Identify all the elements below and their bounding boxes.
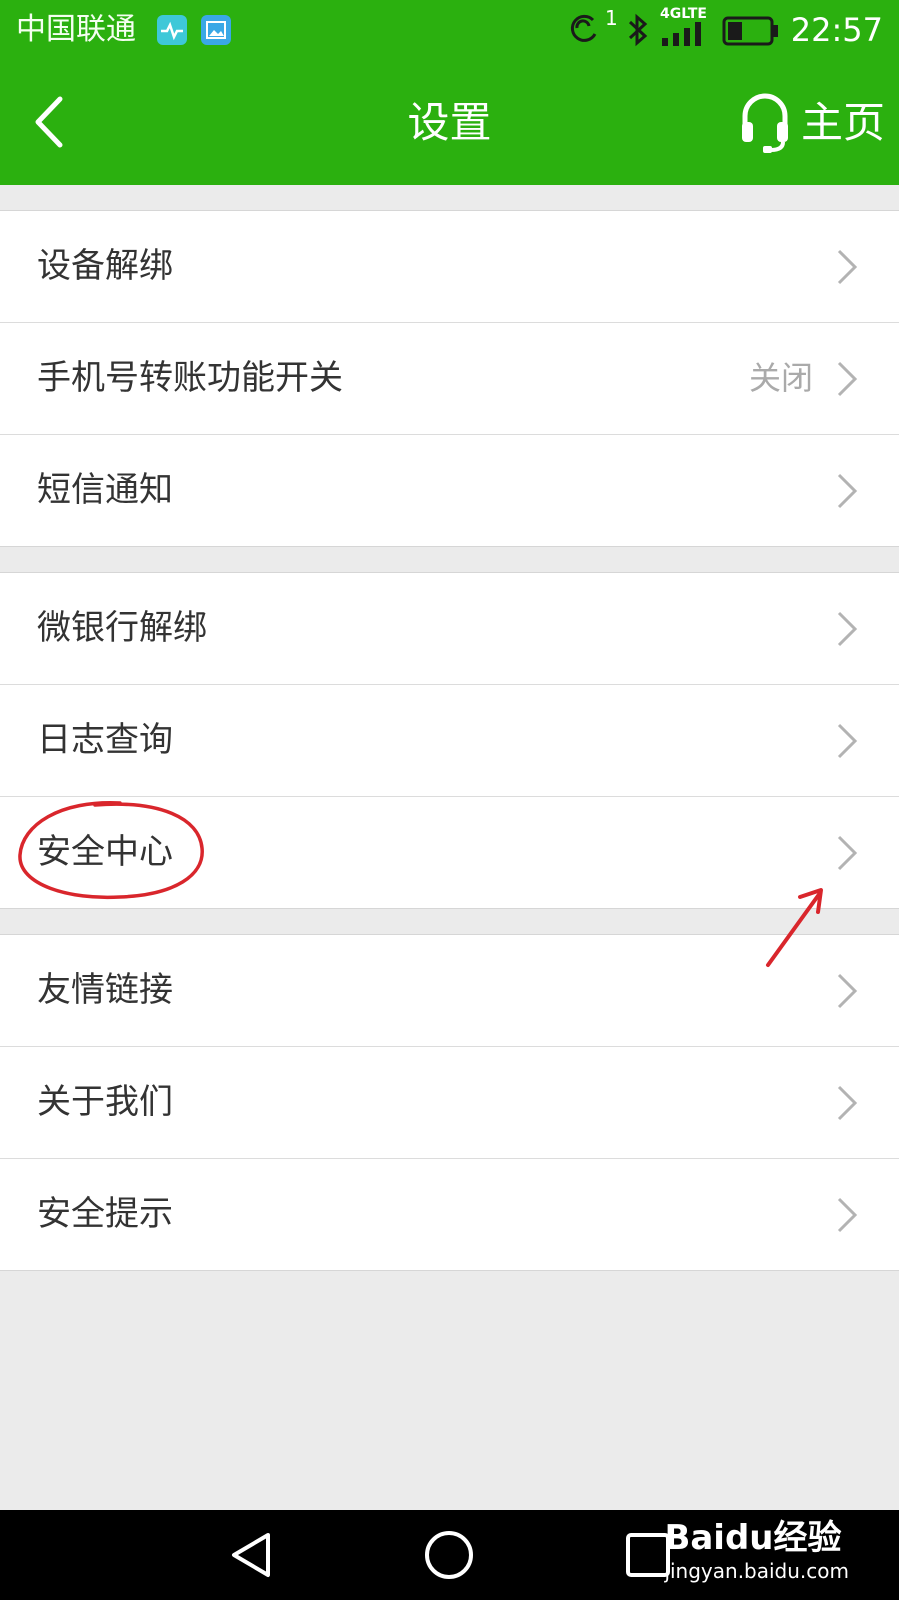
settings-group-security: 微银行解绑 日志查询 安全中心: [0, 572, 899, 909]
chevron-right-icon: [837, 973, 858, 1009]
navigation-bar: 设置 主页: [0, 60, 899, 185]
network-type: 4GLTE: [660, 6, 707, 22]
settings-item-label: 安全提示: [37, 1194, 173, 1234]
battery-icon: [722, 16, 780, 50]
app-header-background: 中国联通 1 4GLTE 22:57 设置 主页: [0, 0, 899, 185]
chevron-right-icon: [837, 249, 858, 285]
settings-item-sms-notification[interactable]: 短信通知: [0, 435, 899, 546]
home-label: 主页: [800, 97, 885, 147]
settings-item-label: 日志查询: [37, 720, 173, 760]
status-bar: 中国联通 1 4GLTE 22:57: [0, 0, 899, 60]
settings-item-security-center[interactable]: 安全中心: [0, 797, 899, 908]
settings-group-about: 友情链接 关于我们 安全提示: [0, 934, 899, 1271]
chevron-right-icon: [837, 835, 858, 871]
settings-item-label: 安全中心: [37, 832, 173, 872]
gallery-app-icon: [201, 15, 231, 45]
health-app-icon: [157, 15, 187, 45]
nav-home-button[interactable]: [419, 1525, 479, 1585]
settings-item-label: 短信通知: [37, 470, 173, 510]
switch-status-value: 关闭: [748, 359, 813, 397]
bluetooth-icon: [625, 12, 651, 52]
watermark-url: jingyan.baidu.com: [664, 1559, 849, 1583]
chevron-right-icon: [837, 1197, 858, 1233]
nav-back-button[interactable]: [222, 1525, 282, 1585]
headset-icon: [741, 93, 788, 153]
signal-icon: [660, 22, 710, 50]
settings-group-account: 设备解绑 手机号转账功能开关 关闭 短信通知: [0, 210, 899, 547]
home-button[interactable]: 主页: [739, 90, 885, 155]
settings-item-about-us[interactable]: 关于我们: [0, 1047, 899, 1159]
chevron-right-icon: [837, 361, 858, 397]
baidu-watermark: Baidu经验 jingyan.baidu.com: [664, 1518, 849, 1584]
settings-item-phone-transfer-switch[interactable]: 手机号转账功能开关 关闭: [0, 323, 899, 435]
sim-badge: 1: [605, 6, 618, 30]
settings-item-label: 关于我们: [37, 1082, 173, 1122]
settings-item-label: 设备解绑: [37, 246, 173, 286]
chevron-right-icon: [837, 473, 858, 509]
hd-voice-icon: [565, 12, 605, 50]
settings-item-security-tips[interactable]: 安全提示: [0, 1159, 899, 1270]
carrier-name: 中国联通: [16, 12, 136, 47]
system-navigation-bar: Baidu经验 jingyan.baidu.com: [0, 1510, 899, 1600]
settings-item-friendly-links[interactable]: 友情链接: [0, 935, 899, 1047]
status-time: 22:57: [790, 11, 883, 49]
chevron-right-icon: [837, 723, 858, 759]
chevron-right-icon: [837, 1085, 858, 1121]
settings-item-log-query[interactable]: 日志查询: [0, 685, 899, 797]
settings-item-wechat-bank-unbind[interactable]: 微银行解绑: [0, 573, 899, 685]
settings-item-label: 手机号转账功能开关: [37, 358, 343, 398]
settings-item-label: 微银行解绑: [37, 608, 207, 648]
watermark-brand: Baidu经验: [664, 1518, 842, 1558]
chevron-right-icon: [837, 611, 858, 647]
settings-item-device-unbind[interactable]: 设备解绑: [0, 211, 899, 323]
settings-item-label: 友情链接: [37, 970, 173, 1010]
